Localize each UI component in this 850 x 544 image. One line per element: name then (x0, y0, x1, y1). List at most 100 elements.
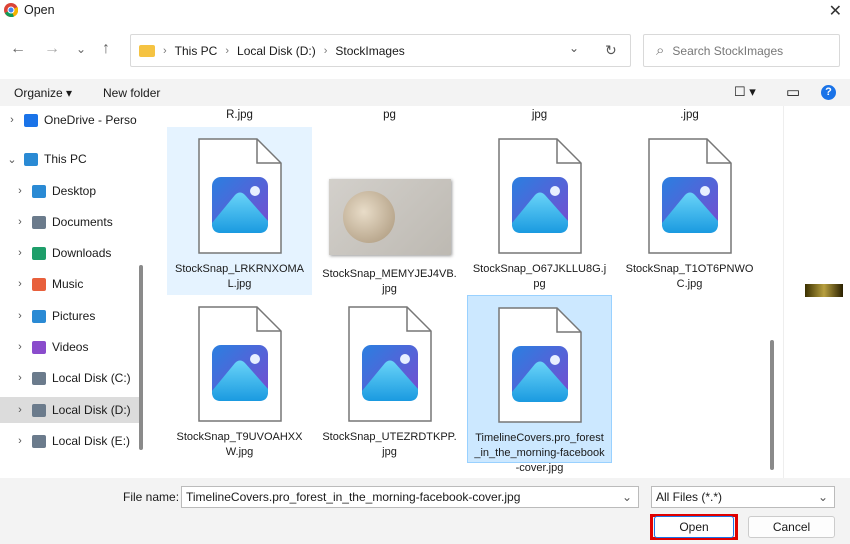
up-button[interactable]: ↑ (102, 40, 110, 58)
file-name-label: File name: (123, 490, 180, 504)
sidebar-item-label: Music (52, 277, 84, 291)
title-bar: Open ✕ (0, 0, 850, 22)
file-type-select[interactable]: All Files (*.*) ⌄ (651, 486, 835, 508)
file-label-partial: pg (383, 109, 396, 121)
chevron-right-icon[interactable]: › (8, 247, 32, 259)
location-icon (32, 340, 46, 354)
image-file-icon (197, 138, 282, 254)
file-name: StockSnap_LRKRNXOMAL.jpg (175, 263, 304, 290)
file-name: StockSnap_T9UVOAHXXW.jpg (176, 431, 303, 458)
sidebar-item[interactable]: › OneDrive - Perso (0, 107, 140, 133)
file-name: StockSnap_MEMYJEJ4VB.jpg (322, 268, 457, 295)
chrome-icon (4, 3, 18, 17)
chevron-right-icon[interactable]: › (8, 435, 32, 447)
image-file-icon (497, 138, 582, 254)
sidebar-item[interactable]: › Local Disk (C:) (0, 365, 140, 391)
file-name: StockSnap_O67JKLLU8G.jpg (472, 263, 607, 290)
preview-pane-button[interactable]: ▭ (786, 83, 800, 101)
forward-button[interactable]: → (44, 40, 60, 58)
sidebar-item[interactable]: › Local Disk (D:) (0, 397, 140, 423)
sidebar-item[interactable]: ⌄ This PC (0, 146, 140, 172)
sidebar-item-label: Local Disk (E:) (52, 434, 131, 448)
chevron-right-icon[interactable]: › (8, 341, 32, 353)
sidebar-item[interactable]: › Pictures (0, 303, 140, 329)
file-label-partial: jpg (531, 109, 548, 121)
file-item[interactable]: StockSnap_UTEZRDTKPP.jpg (317, 295, 462, 463)
chevron-down-icon: ⌄ (817, 490, 828, 504)
sidebar-item[interactable]: › Documents (0, 209, 140, 235)
location-icon (24, 113, 38, 127)
sidebar-item[interactable]: › Videos (0, 334, 140, 360)
file-list: R.jpg pg jpg .jpg StockSnap_LRKRNXOMAL.jpg St… (149, 106, 780, 478)
new-folder-button[interactable]: New folder (103, 86, 160, 100)
chevron-right-icon[interactable]: › (8, 404, 32, 416)
image-file-icon (197, 306, 282, 422)
chevron-right-icon[interactable]: › (8, 216, 32, 228)
location-icon (32, 309, 46, 323)
sidebar-item-label: Local Disk (C:) (52, 371, 131, 385)
location-icon (32, 215, 46, 229)
sidebar-item[interactable]: › Downloads (0, 240, 140, 266)
breadcrumb-stockimages[interactable]: StockImages (335, 44, 404, 58)
image-file-icon (647, 138, 732, 254)
toolbar: Organize ▾ New folder ☐ ▾ ▭ ? (0, 79, 850, 106)
location-icon (32, 277, 46, 291)
file-item[interactable]: TimelineCovers.pro_forest_in_the_morning… (467, 295, 612, 474)
sidebar-item[interactable]: › Music (0, 271, 140, 297)
image-file-icon (347, 306, 432, 422)
file-item[interactable]: StockSnap_MEMYJEJ4VB.jpg (317, 127, 462, 295)
search-input[interactable]: ⌕ Search StockImages (643, 34, 840, 67)
location-icon (32, 371, 46, 385)
file-item[interactable]: StockSnap_T9UVOAHXXW.jpg (167, 295, 312, 463)
sidebar-item-label: OneDrive - Perso (44, 113, 137, 127)
chevron-right-icon[interactable]: › (0, 114, 24, 126)
file-label-partial: .jpg (680, 109, 699, 121)
chevron-right-icon: › (225, 44, 230, 57)
location-icon (24, 152, 38, 166)
chevron-right-icon: › (163, 44, 167, 57)
chevron-right-icon[interactable]: › (8, 278, 32, 290)
sidebar-scrollbar[interactable] (139, 265, 143, 450)
photo-thumbnail (328, 179, 451, 255)
location-icon (32, 246, 46, 260)
search-icon: ⌕ (656, 42, 665, 59)
help-button[interactable]: ? (821, 85, 836, 100)
chevron-right-icon[interactable]: › (8, 185, 32, 197)
recent-locations-button[interactable]: ⌄ (76, 42, 86, 56)
chevron-down-icon[interactable]: ⌄ (622, 490, 632, 504)
file-item[interactable]: StockSnap_O67JKLLU8G.jpg (467, 127, 612, 295)
preview-image (805, 284, 843, 297)
location-icon (32, 184, 46, 198)
organize-button[interactable]: Organize ▾ (14, 86, 72, 100)
view-options-button[interactable]: ☐ ▾ (734, 84, 756, 100)
breadcrumb-local-disk-d[interactable]: Local Disk (D:) (237, 44, 316, 58)
file-name-input[interactable]: TimelineCovers.pro_forest_in_the_morning… (181, 486, 639, 508)
window-title: Open (24, 3, 55, 17)
sidebar-item-label: Downloads (52, 246, 112, 260)
close-button[interactable]: ✕ (829, 1, 842, 21)
file-name: StockSnap_UTEZRDTKPP.jpg (322, 431, 457, 458)
refresh-button[interactable]: ↻ (605, 42, 617, 59)
sidebar-item-label: Desktop (52, 184, 97, 198)
sidebar-item[interactable]: › Local Disk (E:) (0, 428, 140, 454)
chevron-right-icon[interactable]: › (8, 310, 32, 322)
sidebar-item[interactable]: › Desktop (0, 178, 140, 204)
content-scrollbar[interactable] (770, 340, 774, 470)
file-item[interactable]: StockSnap_T1OT6PNWOC.jpg (617, 127, 762, 295)
open-button[interactable]: Open (654, 516, 734, 538)
file-name: StockSnap_T1OT6PNWOC.jpg (625, 263, 754, 290)
file-item[interactable]: StockSnap_LRKRNXOMAL.jpg (167, 127, 312, 295)
file-name: TimelineCovers.pro_forest_in_the_morning… (474, 432, 605, 474)
chevron-right-icon: › (323, 44, 328, 57)
chevron-right-icon[interactable]: › (8, 372, 32, 384)
image-file-icon (497, 307, 582, 423)
address-dropdown-button[interactable]: ⌄ (569, 41, 579, 55)
back-button[interactable]: ← (10, 40, 26, 58)
address-bar[interactable]: › This PC › Local Disk (D:) › StockImage… (130, 34, 631, 67)
cancel-button[interactable]: Cancel (748, 516, 835, 538)
location-icon (32, 403, 46, 417)
chevron-down-icon[interactable]: ⌄ (0, 153, 24, 166)
sidebar-item-label: Pictures (52, 309, 96, 323)
navigation-pane: › OneDrive - Perso ⌄ This PC › Desktop › Docume… (0, 106, 146, 478)
breadcrumb-this-pc[interactable]: This PC (175, 44, 218, 58)
